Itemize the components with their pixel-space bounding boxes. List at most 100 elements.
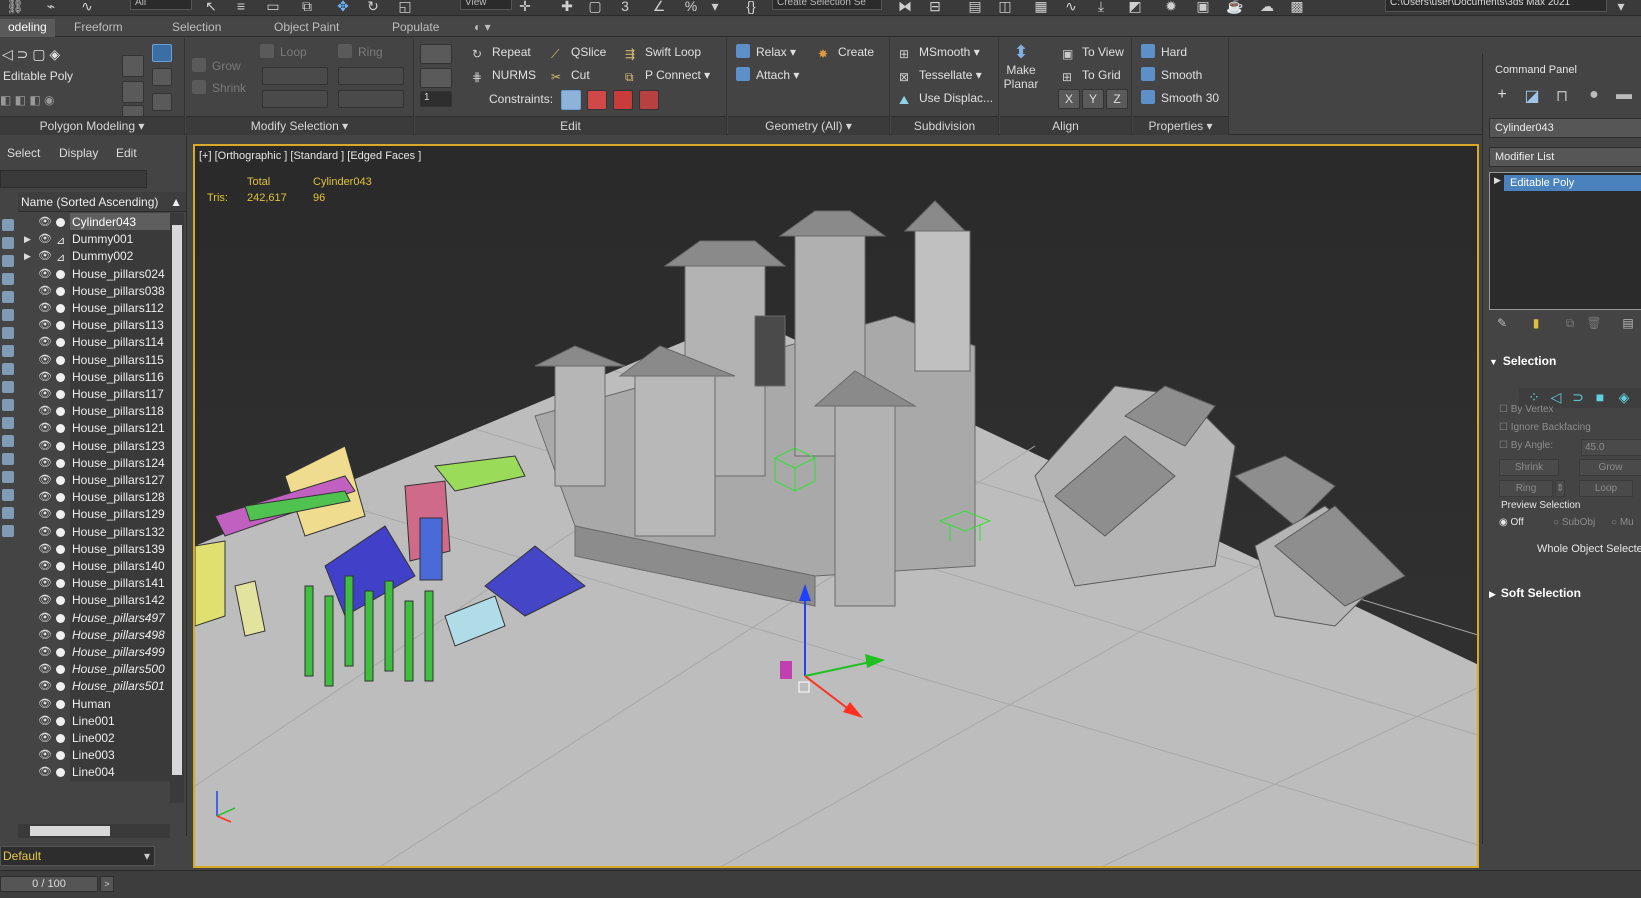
project-path-field[interactable]: C:\Users\user\Documents\3ds Max 2021 — [1385, 0, 1607, 12]
list-item[interactable]: 👁 Line004 — [18, 763, 170, 782]
list-item[interactable]: 👁 ▶ ⊿ Dummy002 — [18, 247, 170, 266]
named-selection-dropdown[interactable]: Create Selection Se — [772, 0, 882, 10]
grow-button[interactable]: Grow — [1579, 459, 1641, 476]
shrink-button[interactable]: Shrink — [1499, 459, 1559, 476]
visibility-eye-icon[interactable]: 👁 — [38, 437, 52, 455]
visibility-eye-icon[interactable]: 👁 — [38, 402, 52, 420]
schematic-view-icon[interactable]: ⤓ — [1090, 0, 1112, 15]
visibility-eye-icon[interactable]: 👁 — [38, 660, 52, 678]
constraint-edge-icon[interactable] — [587, 90, 607, 110]
list-item[interactable]: 👁 House_pillars112 — [18, 299, 170, 317]
loop-button[interactable]: Loop — [1579, 480, 1633, 497]
list-item[interactable]: 👁 ▶ ⊿ Dummy001 — [18, 230, 170, 249]
pin-stack-icon[interactable] — [152, 68, 172, 86]
polygon-modeling-title[interactable]: Polygon Modeling ▾ — [0, 116, 184, 135]
constraint-face-icon[interactable] — [613, 90, 633, 110]
visibility-eye-icon[interactable]: 👁 — [38, 695, 52, 713]
list-item[interactable]: 👁 House_pillars501 — [18, 677, 170, 696]
create-tab-icon[interactable]: + — [1491, 86, 1513, 108]
list-item[interactable]: 👁 House_pillars140 — [18, 557, 170, 575]
visibility-eye-icon[interactable]: 👁 — [38, 557, 52, 575]
curve-editor-icon[interactable]: ∿ — [1060, 0, 1082, 15]
create-button[interactable]: ✸ Create — [818, 42, 874, 62]
visibility-eye-icon[interactable]: 👁 — [38, 626, 52, 644]
scale-icon[interactable]: ◱ — [394, 0, 416, 15]
list-item[interactable]: 👁 House_pillars114 — [18, 333, 170, 352]
tab-freeform[interactable]: Freeform — [66, 19, 131, 37]
loop-mode-icons[interactable] — [262, 90, 328, 108]
list-item[interactable]: 👁 Cylinder043 — [18, 213, 170, 231]
list-item[interactable]: 👁 House_pillars497 — [18, 608, 170, 627]
ignore-backfacing-checkbox[interactable]: ☐ Ignore Backfacing — [1499, 422, 1591, 433]
window-crossing-icon[interactable]: ⧉ — [296, 0, 318, 15]
visibility-eye-icon[interactable]: 👁 — [38, 368, 52, 386]
ring-button[interactable]: Ring — [338, 42, 383, 62]
configure-sets-icon[interactable]: ▤ — [1619, 316, 1637, 334]
edit-mode-icon[interactable] — [420, 44, 452, 64]
rotate-icon[interactable]: ↻ — [362, 0, 384, 15]
keyboard-shortcut-icon[interactable]: ✚ — [556, 0, 578, 15]
visibility-eye-icon[interactable]: 👁 — [38, 247, 52, 265]
attach-button[interactable]: Attach ▾ — [736, 65, 799, 85]
bind-icon[interactable]: ∿ — [76, 0, 98, 15]
hierarchy-tab-icon[interactable]: ⊓ — [1551, 86, 1573, 108]
ribbon-options-icon[interactable]: ◐ ▾ — [466, 19, 499, 37]
list-item[interactable]: 👁 House_pillars124 — [18, 453, 170, 472]
list-item[interactable]: 👁 House_pillars500 — [18, 660, 170, 679]
select-by-name-icon[interactable]: ≡ — [230, 0, 252, 15]
ring-button[interactable]: Ring — [1499, 480, 1553, 497]
align-icon[interactable]: ⊟ — [924, 0, 946, 15]
viewport-scene[interactable] — [195, 146, 1479, 868]
show-end-result-icon[interactable] — [152, 44, 172, 62]
align-z-button[interactable]: Z — [1106, 89, 1128, 109]
link-icon[interactable]: ⛓ — [4, 0, 26, 15]
select-object-icon[interactable]: ↖ — [200, 0, 222, 15]
soft-selection-rollout-header[interactable]: ▶ Soft Selection — [1489, 586, 1641, 600]
visibility-eye-icon[interactable]: 👁 — [38, 574, 52, 592]
material-editor-icon[interactable]: ◩ — [1124, 0, 1146, 15]
visibility-eye-icon[interactable]: 👁 — [38, 471, 52, 489]
list-item[interactable]: 👁 House_pillars128 — [18, 488, 170, 507]
perspective-viewport[interactable]: [+] [Orthographic ] [Standard ] [Edged F… — [193, 144, 1479, 868]
make-unique-icon[interactable]: ⧉ — [1561, 316, 1579, 334]
ring-spinner[interactable]: ⇕ — [1555, 480, 1565, 497]
visibility-eye-icon[interactable]: 👁 — [38, 643, 52, 661]
ring-grow-shrink-icons[interactable] — [338, 67, 404, 85]
loop-button[interactable]: Loop — [260, 42, 307, 62]
list-item[interactable]: 👁 House_pillars129 — [18, 505, 170, 524]
show-end-result-icon[interactable]: ▮ — [1527, 316, 1545, 334]
visibility-eye-icon[interactable]: 👁 — [38, 299, 52, 317]
percent-snap-icon[interactable]: % — [680, 0, 702, 15]
render-setup-icon[interactable]: ✹ — [1160, 0, 1182, 15]
ring-mode-icons[interactable] — [338, 90, 404, 108]
render-production-icon[interactable]: ☕ — [1224, 0, 1246, 15]
list-item[interactable]: 👁 Line001 — [18, 711, 170, 730]
align-x-button[interactable]: X — [1058, 89, 1080, 109]
pivot-icon[interactable]: ✛ — [514, 0, 536, 15]
select-move-icon[interactable]: ✥ — [332, 0, 354, 15]
list-item[interactable]: 👁 Line003 — [18, 746, 170, 765]
visibility-eye-icon[interactable]: 👁 — [38, 540, 52, 558]
explorer-object-list[interactable]: 👁 Cylinder043 👁 ▶ ⊿ Dummy001 👁 ▶ ⊿ Dummy002 👁 House… — [0, 213, 187, 811]
visibility-eye-icon[interactable]: 👁 — [38, 712, 52, 730]
list-item[interactable]: 👁 Human — [18, 694, 170, 713]
visibility-eye-icon[interactable]: 👁 — [38, 230, 52, 248]
modifier-stack-item[interactable]: Editable Poly — [1504, 175, 1641, 191]
mirror-icon[interactable]: ⧓ — [894, 0, 916, 15]
list-item[interactable]: 👁 House_pillars116 — [18, 367, 170, 386]
element-icon[interactable]: ◈ — [1615, 389, 1633, 407]
make-planar-button[interactable]: ⬍ Make Planar — [1003, 42, 1039, 106]
layer-dropdown[interactable]: Default ▾ — [0, 846, 155, 866]
visibility-eye-icon[interactable]: 👁 — [38, 282, 52, 300]
list-item[interactable]: 👁 House_pillars127 — [18, 471, 170, 489]
menu-edit[interactable]: Edit — [116, 146, 137, 160]
border-icon[interactable]: ⊃ — [1569, 389, 1587, 407]
explorer-horizontal-scrollbar[interactable] — [18, 824, 170, 838]
edit-named-sel-icon[interactable]: {} — [740, 0, 762, 15]
list-item[interactable]: 👁 House_pillars115 — [18, 350, 170, 369]
visibility-eye-icon[interactable]: 👁 — [38, 763, 52, 781]
preview-off-radio[interactable]: ◉ Off — [1499, 517, 1524, 528]
modify-mode-icons[interactable]: ◧ ◧ ◧ ◉ — [0, 90, 55, 110]
time-slider[interactable]: 0 / 100 — [0, 876, 98, 892]
visibility-eye-icon[interactable]: 👁 — [38, 316, 52, 334]
